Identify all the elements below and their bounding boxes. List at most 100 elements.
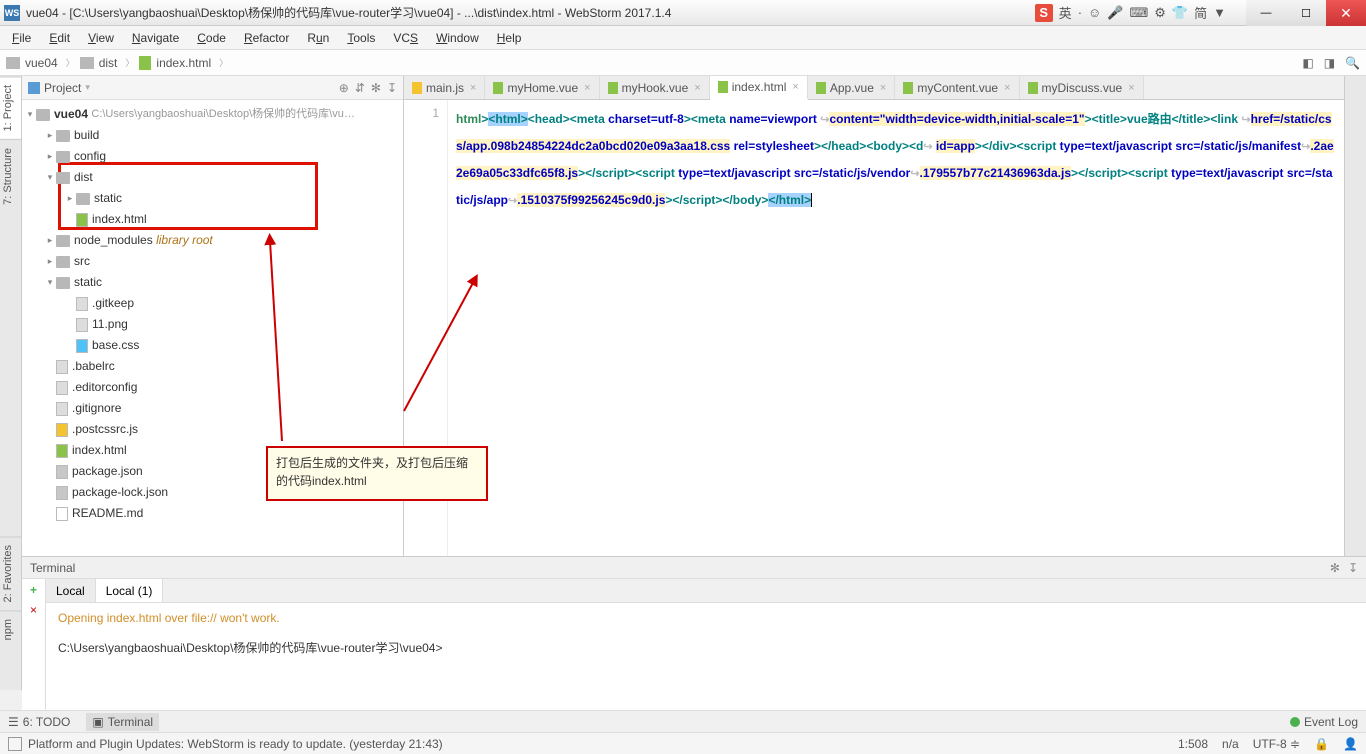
close-tab-icon[interactable]: × [1004,82,1010,94]
expand-icon[interactable]: ◨ [1324,56,1335,70]
tree-item[interactable]: index.html [24,209,401,230]
terminal-tab[interactable]: Local (1) [96,579,164,602]
menu-edit[interactable]: Edit [41,29,78,47]
tree-item[interactable]: ▾dist [24,167,401,188]
tree-item[interactable]: .gitignore [24,398,401,419]
hide-icon[interactable]: ↧ [387,81,397,95]
tree-item[interactable]: ▸node_modules library root [24,230,401,251]
tree-item[interactable]: README.md [24,503,401,524]
tab-favorites[interactable]: 2: Favorites [0,536,21,610]
tab-structure[interactable]: 7: Structure [0,139,21,213]
hide-icon[interactable]: ↧ [1348,561,1358,575]
tree-item[interactable]: ▸config [24,146,401,167]
webstorm-icon: WS [4,5,20,21]
code-content[interactable]: html><html><head><meta charset=utf-8><me… [448,100,1344,556]
menu-window[interactable]: Window [428,29,487,47]
menu-navigate[interactable]: Navigate [124,29,187,47]
terminal-content[interactable]: Opening index.html over file:// won't wo… [46,603,1366,710]
folder-icon [56,172,70,184]
terminal-tab[interactable]: Local [46,579,96,602]
breadcrumb-item[interactable]: index.html [153,55,214,71]
locate-icon[interactable]: ⊕ [339,81,349,95]
editor-tab[interactable]: myHome.vue× [485,76,599,99]
file-icon [56,486,68,500]
sogou-icon[interactable]: S [1035,4,1053,22]
close-terminal-button[interactable]: × [30,603,37,617]
tree-item[interactable]: ▸build [24,125,401,146]
menu-view[interactable]: View [80,29,122,47]
editor-tab[interactable]: myContent.vue× [895,76,1019,99]
tab-npm[interactable]: npm [0,610,21,648]
editor-tab[interactable]: myHook.vue× [600,76,710,99]
editor-tab[interactable]: App.vue× [808,76,895,99]
window-controls: — ☐ ✕ [1246,0,1366,26]
file-icon [1028,82,1038,94]
tab-todo[interactable]: ☰6: TODO [8,715,70,729]
menu-tools[interactable]: Tools [339,29,383,47]
close-tab-icon[interactable]: × [694,82,700,94]
editor-tab[interactable]: index.html× [710,76,808,100]
close-tab-icon[interactable]: × [1128,82,1134,94]
breadcrumb-item[interactable]: vue04 [22,55,61,71]
tree-item[interactable]: .gitkeep [24,293,401,314]
tree-item[interactable]: .editorconfig [24,377,401,398]
add-terminal-button[interactable]: + [30,583,37,597]
event-log-button[interactable]: Event Log [1304,715,1358,729]
file-icon [76,213,88,227]
folder-icon [56,130,70,142]
tree-item[interactable]: .postcssrc.js [24,419,401,440]
terminal-prompt: C:\Users\yangbaoshuai\Desktop\杨保帅的代码库\vu… [58,639,1354,656]
editor-area: main.js×myHome.vue×myHook.vue×index.html… [404,76,1344,556]
close-tab-icon[interactable]: × [584,82,590,94]
breadcrumb: vue04〉 dist〉 index.html〉 [6,55,231,71]
status-icon[interactable] [8,737,22,751]
terminal-panel: Terminal ✻ ↧ + × Local Local (1) Opening… [22,556,1366,710]
collapse-icon[interactable]: ⇵ [355,81,365,95]
file-icon [903,82,913,94]
breadcrumb-item[interactable]: dist [96,55,121,71]
editor-tab[interactable]: main.js× [404,76,485,99]
menu-file[interactable]: File [4,29,39,47]
minimize-button[interactable]: — [1246,0,1286,26]
file-icon [76,339,88,353]
folder-icon [56,256,70,268]
folder-icon [6,57,20,69]
close-button[interactable]: ✕ [1326,0,1366,26]
toolbar-right: ◧ ◨ 🔍 [1302,56,1360,70]
folder-icon [56,277,70,289]
tree-root[interactable]: ▾ vue04 C:\Users\yangbaoshuai\Desktop\杨保… [24,104,401,125]
tree-item[interactable]: .babelrc [24,356,401,377]
close-tab-icon[interactable]: × [792,81,798,93]
maximize-button[interactable]: ☐ [1286,0,1326,26]
file-icon [56,402,68,416]
tree-item[interactable]: base.css [24,335,401,356]
search-icon[interactable]: 🔍 [1345,56,1360,70]
menu-help[interactable]: Help [489,29,530,47]
menubar: File Edit View Navigate Code Refactor Ru… [0,26,1366,50]
gear-icon[interactable]: ✻ [1330,561,1340,575]
inspect-icon[interactable]: 👤 [1343,737,1358,751]
encoding[interactable]: UTF-8 ≑ [1253,737,1300,751]
tab-project[interactable]: 1: Project [0,76,21,139]
line-separator[interactable]: n/a [1222,737,1239,751]
editor-tab[interactable]: myDiscuss.vue× [1020,76,1144,99]
terminal-tabs: Local Local (1) [46,579,1366,603]
tree-item[interactable]: 11.png [24,314,401,335]
bottom-tabs: ☰6: TODO ▣Terminal Event Log [0,710,1366,732]
menu-code[interactable]: Code [189,29,234,47]
close-tab-icon[interactable]: × [470,82,476,94]
close-tab-icon[interactable]: × [880,82,886,94]
menu-vcs[interactable]: VCS [385,29,426,47]
collapse-icon[interactable]: ◧ [1302,56,1313,70]
lock-icon[interactable]: 🔒 [1314,737,1329,751]
tree-item[interactable]: ▾static [24,272,401,293]
project-panel: Project ▾ ⊕ ⇵ ✻ ↧ ▾ vue04 C:\Users\yangb… [22,76,404,556]
tree-item[interactable]: ▸src [24,251,401,272]
menu-refactor[interactable]: Refactor [236,29,297,47]
gear-icon[interactable]: ✻ [371,81,381,95]
cursor-position: 1:508 [1178,737,1208,751]
tree-item[interactable]: ▸static [24,188,401,209]
code-editor[interactable]: 1 html><html><head><meta charset=utf-8><… [404,100,1344,556]
menu-run[interactable]: Run [299,29,337,47]
project-icon [28,82,40,94]
